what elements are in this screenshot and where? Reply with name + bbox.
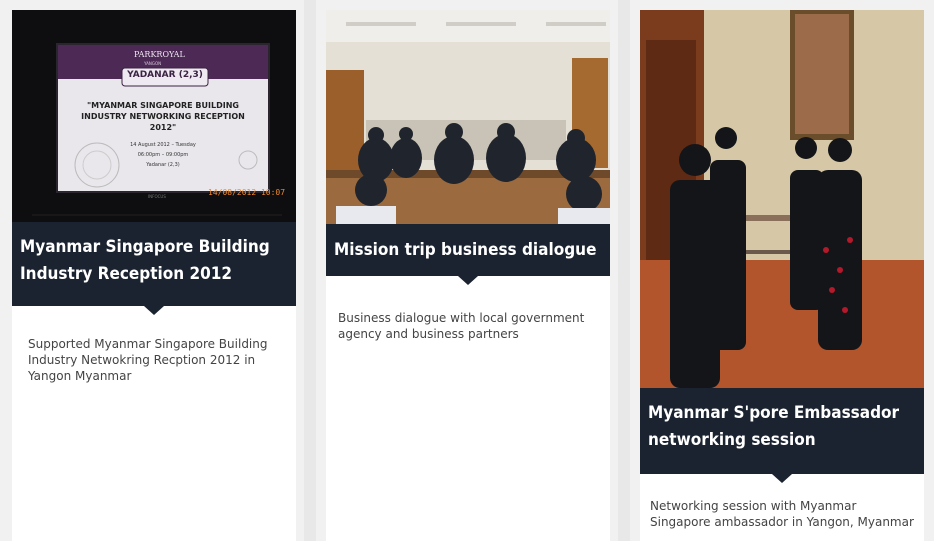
card-description: Networking session with Myanmar Singapor…	[650, 499, 914, 529]
screen-room: YADANAR (2,3)	[127, 70, 203, 80]
card-title[interactable]: Myanmar Singapore Building Industry Rece…	[12, 222, 296, 315]
card-body: PARKROYAL YANGON YADANAR (2,3) "MYANMAR …	[12, 10, 296, 541]
card-title-text: Myanmar Singapore Building Industry Rece…	[20, 237, 270, 284]
card-description: Supported Myanmar Singapore Building Ind…	[28, 337, 268, 383]
meeting-room-image	[326, 10, 610, 224]
networking-photo-image	[640, 10, 924, 388]
caption-pointer	[458, 276, 478, 285]
caption-pointer	[772, 474, 792, 483]
screen-brand: INFOCUS	[148, 194, 166, 199]
screen-hotel-sub: YANGON	[144, 61, 162, 66]
card-dialogue[interactable]: Mission trip business dialogue Business …	[316, 0, 618, 541]
photo-timestamp: 14/08/2012 10:07	[208, 188, 286, 197]
card-title[interactable]: Myanmar S'pore Embassador networking ses…	[640, 388, 924, 483]
card-title-text: Myanmar S'pore Embassador networking ses…	[648, 403, 900, 450]
photo-dialogue[interactable]	[326, 10, 610, 224]
card-reception[interactable]: PARKROYAL YANGON YADANAR (2,3) "MYANMAR …	[0, 0, 304, 541]
photo-embassador[interactable]	[640, 10, 924, 388]
screen-hotel: PARKROYAL	[134, 50, 185, 59]
photo-reception[interactable]: PARKROYAL YANGON YADANAR (2,3) "MYANMAR …	[12, 10, 296, 222]
screen-venue: Yadanar (2,3)	[146, 162, 180, 168]
card-embassador[interactable]: Myanmar S'pore Embassador networking ses…	[630, 0, 934, 541]
caption-pointer	[144, 306, 164, 315]
card-description: Business dialogue with local government …	[338, 311, 585, 341]
card-title-text: Mission trip business dialogue	[334, 240, 597, 260]
screen-event: "MYANMAR SINGAPORE BUILDING INDUSTRY NET…	[81, 101, 245, 132]
card-body: Mission trip business dialogue Business …	[326, 10, 610, 541]
card-title[interactable]: Mission trip business dialogue	[326, 224, 610, 285]
card-body: Myanmar S'pore Embassador networking ses…	[640, 10, 924, 541]
screen-date: 14 August 2012 – Tuesday	[130, 142, 196, 148]
screen-time: 06:00pm – 09:00pm	[137, 152, 189, 158]
